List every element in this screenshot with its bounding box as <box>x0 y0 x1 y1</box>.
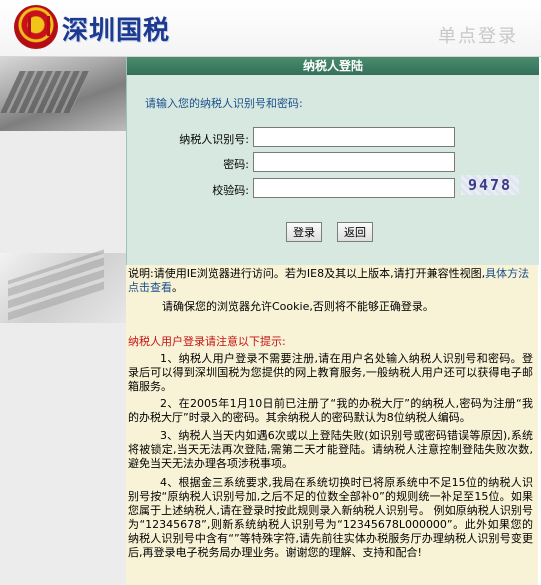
site-header: 深圳国税 单点登录 <box>0 0 541 57</box>
back-button[interactable]: 返回 <box>337 222 373 242</box>
password-input[interactable] <box>253 152 455 172</box>
tip-paragraph: 4、根据金三系统要求,我局在系统切换时已将原系统中不足15位的纳税人识别号按“原… <box>128 476 533 559</box>
taxpayer-id-label: 纳税人识别号: <box>179 133 249 146</box>
keyboard-image <box>0 253 126 323</box>
captcha-input[interactable] <box>253 178 455 198</box>
tax-emblem-icon <box>14 5 58 49</box>
login-panel-title: 纳税人登陆 <box>127 57 539 75</box>
tip-paragraph: 1、纳税人用户登录不需要注册,请在用户名处输入纳税人识别号和密码。登录后可以得到… <box>128 352 533 393</box>
warning-title: 纳税人用户登录请注意以下提示: <box>128 335 286 348</box>
password-label: 密码: <box>223 158 249 171</box>
left-decoration <box>0 57 126 585</box>
building-image <box>0 57 126 131</box>
notice-area: 说明:请使用IE浏览器进行访问。若为IE8及其以上版本,请打开兼容性视图,具体方… <box>126 265 538 585</box>
cookie-note: 请确保您的浏览器允许Cookie,否则将不能够正确登录。 <box>162 300 434 313</box>
browser-note: 说明:请使用IE浏览器进行访问。若为IE8及其以上版本,请打开兼容性视图,具体方… <box>128 267 533 295</box>
captcha-image[interactable]: 9478 <box>461 175 519 195</box>
login-button[interactable]: 登录 <box>286 222 322 242</box>
captcha-label: 校验码: <box>212 184 249 197</box>
sso-link[interactable]: 单点登录 <box>438 22 518 48</box>
browser-note-suffix: 。 <box>172 281 183 294</box>
tip-paragraph: 2、在2005年1月10日前已注册了“我的办税大厅”的纳税人,密码为注册“我的办… <box>128 397 533 424</box>
taxpayer-id-row: 纳税人识别号: <box>127 127 539 149</box>
site-logo-text: 深圳国税 <box>62 16 171 46</box>
login-prompt: 请输入您的纳税人识别号和密码: <box>145 97 303 110</box>
browser-note-text: 说明:请使用IE浏览器进行访问。若为IE8及其以上版本,请打开兼容性视图, <box>128 267 486 280</box>
password-row: 密码: <box>127 152 539 174</box>
login-panel: 纳税人登陆 请输入您的纳税人识别号和密码: 纳税人识别号: 密码: 校验码: 9… <box>126 57 539 265</box>
tip-paragraph: 3、纳税人当天内如遇6次或以上登陆失败(如识别号或密码错误等原因),系统将被锁定… <box>128 429 533 470</box>
taxpayer-id-input[interactable] <box>253 127 455 147</box>
